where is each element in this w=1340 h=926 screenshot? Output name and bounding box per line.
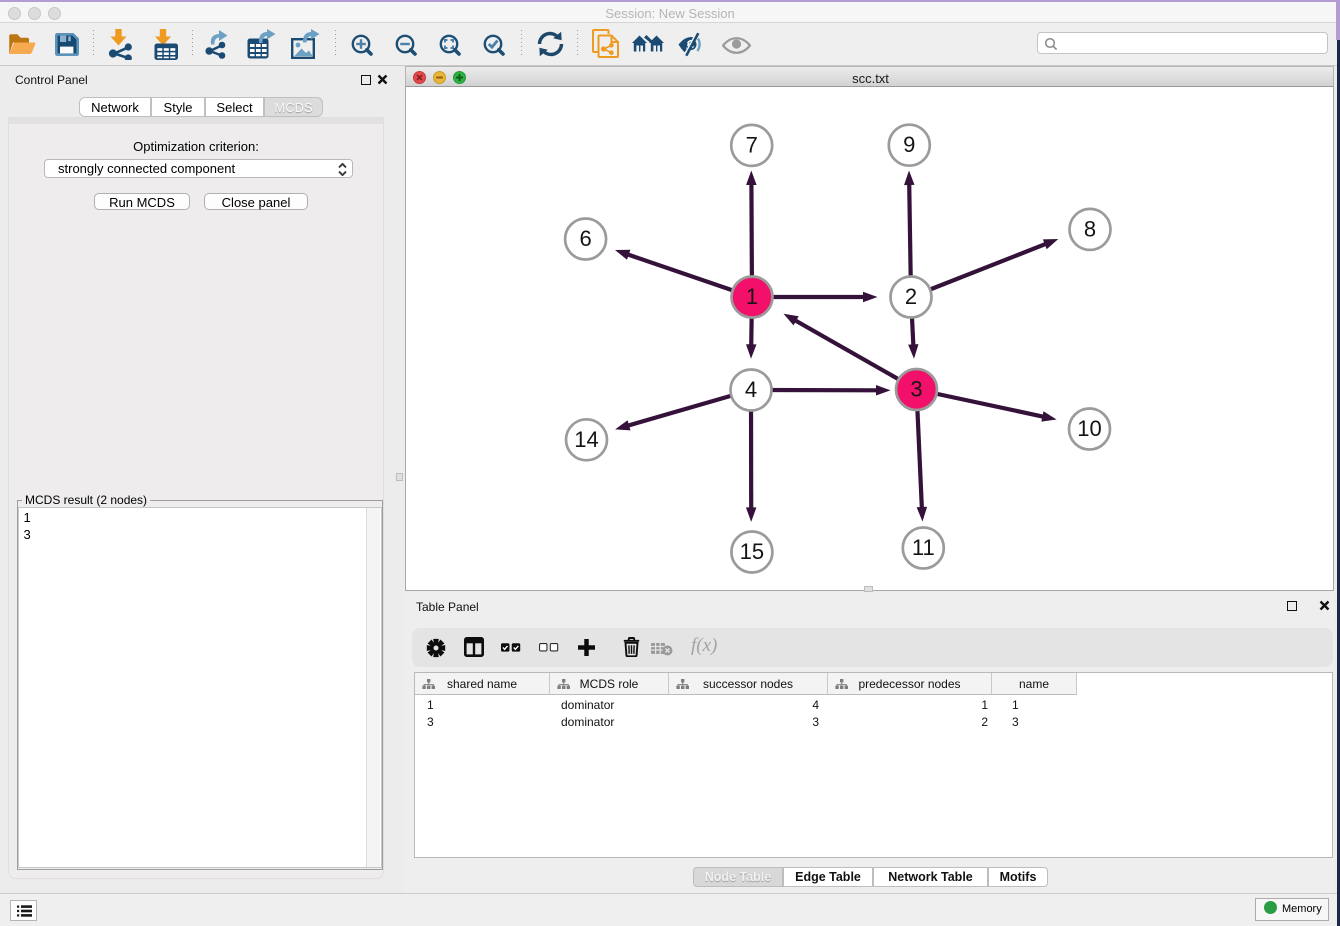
svg-text:1: 1 xyxy=(746,284,758,309)
svg-text:9: 9 xyxy=(903,132,915,157)
svg-text:7: 7 xyxy=(746,132,758,157)
svg-text:8: 8 xyxy=(1084,216,1096,241)
svg-text:15: 15 xyxy=(740,539,764,564)
svg-text:3: 3 xyxy=(910,377,922,402)
svg-text:6: 6 xyxy=(579,226,591,251)
svg-text:14: 14 xyxy=(574,427,598,452)
svg-text:10: 10 xyxy=(1077,416,1101,441)
svg-text:4: 4 xyxy=(745,377,757,402)
svg-text:2: 2 xyxy=(905,284,917,309)
svg-text:11: 11 xyxy=(912,535,935,560)
